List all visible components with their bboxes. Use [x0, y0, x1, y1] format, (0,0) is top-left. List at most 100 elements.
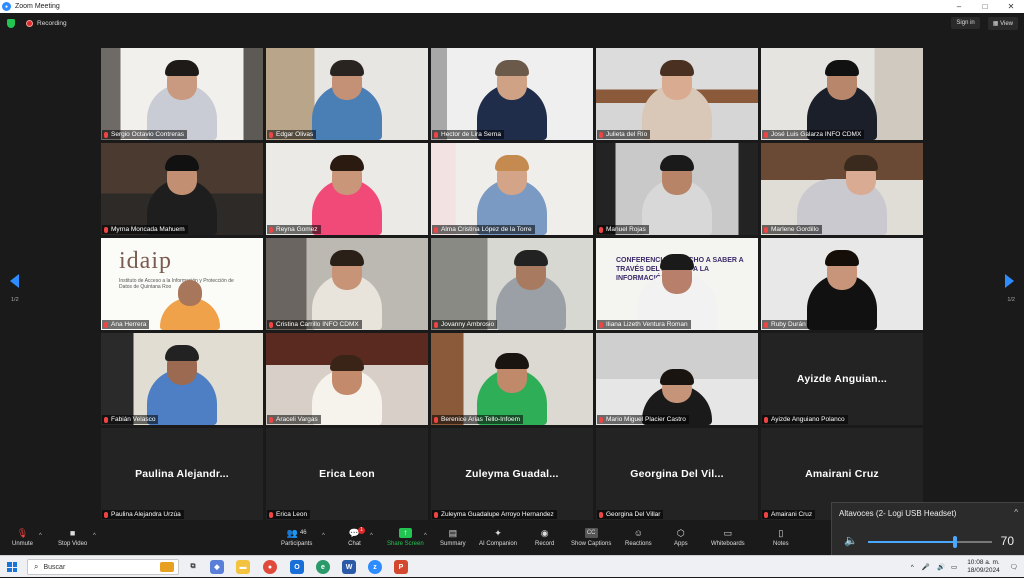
maximize-button[interactable]: □ [972, 0, 998, 13]
active-speaker-tile[interactable]: CONFERENCIA DERECHO A SABER A TRAVÉS DEL… [596, 238, 758, 330]
edge-icon[interactable]: e [316, 560, 330, 574]
powerpoint-icon[interactable]: P [394, 560, 408, 574]
apps-button[interactable]: ⬡ Apps [674, 528, 688, 547]
taskbar-clock[interactable]: 10:08 a. m. 18/09/2024 [967, 559, 1000, 575]
notes-button[interactable]: ▯ Notes [773, 528, 789, 547]
participant-name: Erica Leon [267, 510, 311, 519]
view-label: View [1000, 20, 1013, 27]
video-tile[interactable]: Alma Cristina López de la Torre [431, 143, 593, 235]
volume-slider-thumb[interactable] [952, 536, 957, 548]
video-tile[interactable]: Marlene Gordillo [761, 143, 923, 235]
zoom-taskbar-icon[interactable]: z [368, 560, 382, 574]
previous-page-arrow-icon[interactable] [10, 274, 19, 288]
participant-name: José Luis Galarza INFO CDMX [762, 130, 865, 139]
security-shield-icon[interactable] [7, 18, 15, 28]
video-tile[interactable]: Edgar Olivas [266, 48, 428, 140]
view-button[interactable]: ▦ View [987, 16, 1018, 30]
tray-chevron-icon[interactable]: ^ [911, 564, 914, 571]
muted-mic-icon [434, 131, 438, 138]
speaker-icon[interactable]: 🔈 [844, 534, 858, 547]
record-icon: ◉ [540, 528, 549, 538]
muted-mic-icon [434, 321, 438, 328]
video-tile[interactable]: Sergio Octavio Contreras [101, 48, 263, 140]
video-tile[interactable]: Julieta del Río [596, 48, 758, 140]
expand-chevron-icon[interactable]: ^ [1014, 508, 1018, 517]
chrome-icon[interactable]: ● [263, 560, 277, 574]
chat-caret-icon[interactable]: ^ [370, 533, 373, 539]
outlook-icon[interactable]: O [290, 560, 304, 574]
video-tile[interactable]: idaip Instituto de Acceso a la Informaci… [101, 238, 263, 330]
whiteboards-button[interactable]: ▭ Whiteboards [711, 528, 745, 547]
video-tile[interactable]: José Luis Galarza INFO CDMX [761, 48, 923, 140]
unmute-button[interactable]: 🎙 Unmute [12, 528, 33, 547]
task-view-icon[interactable]: ⧉ [186, 560, 200, 574]
muted-mic-icon [104, 416, 108, 423]
show-captions-button[interactable]: CC Show Captions [571, 528, 611, 547]
participants-count: 46 [299, 530, 307, 536]
video-tile[interactable]: Fabián Velasco [101, 333, 263, 425]
next-page-arrow-icon[interactable] [1005, 274, 1014, 288]
participant-name: Ana Herrera [102, 320, 150, 329]
apps-label: Apps [674, 541, 688, 547]
participants-caret-icon[interactable]: ^ [322, 533, 325, 539]
search-placeholder: Buscar [43, 563, 66, 571]
windows-start-icon[interactable] [7, 562, 17, 572]
file-explorer-icon[interactable]: ▬ [236, 560, 250, 574]
sign-in-button[interactable]: Sign in [951, 17, 980, 29]
system-tray: ^ 🎤 🔊 ▭ 10:08 a. m. 18/09/2024 🗨 [911, 556, 1024, 578]
summary-button[interactable]: ▤ Summary [440, 528, 466, 547]
record-button[interactable]: ◉ Record [535, 528, 554, 547]
video-tile[interactable]: Georgina Del Vil... Georgina Del Villar [596, 428, 758, 520]
share-caret-icon[interactable]: ^ [424, 533, 427, 539]
audio-options-caret-icon[interactable]: ^ [39, 533, 42, 539]
video-tile[interactable]: Zuleyma Guadal... Zuleyma Guadalupe Arro… [431, 428, 593, 520]
record-label: Record [535, 541, 555, 547]
video-tile[interactable]: Mario Miguel Placier Castro [596, 333, 758, 425]
video-tile[interactable]: Myrna Moncada Mahuem [101, 143, 263, 235]
whiteboards-label: Whiteboards [711, 541, 745, 547]
participant-display-name: Ayizde Anguian... [796, 373, 888, 385]
participant-display-name: Georgina Del Vil... [630, 468, 724, 480]
share-screen-button[interactable]: ↑ Share Screen [387, 528, 424, 547]
notifications-icon[interactable]: 🗨 [1010, 563, 1018, 571]
muted-mic-icon [269, 511, 273, 518]
participant-name: Berenice Arias Tello-Infoem [432, 415, 524, 424]
participant-name: Marlene Gordillo [762, 225, 822, 234]
video-tile[interactable]: Ayizde Anguian... Ayizde Anguiano Polanc… [761, 333, 923, 425]
participant-name: Ruby Durán [762, 320, 809, 329]
volume-tray-icon[interactable]: 🔊 [937, 563, 945, 571]
video-tile[interactable]: Erica Leon Erica Leon [266, 428, 428, 520]
participant-name: Manuel Rojas [597, 225, 649, 234]
participant-display-name: Zuleyma Guadal... [465, 468, 559, 480]
word-icon[interactable]: W [342, 560, 356, 574]
video-tile[interactable]: Berenice Arias Tello-Infoem [431, 333, 593, 425]
video-tile[interactable]: Paulina Alejandr... Paulina Alejandra Ur… [101, 428, 263, 520]
participants-button[interactable]: 👥 46 Participants [281, 528, 312, 547]
video-tile[interactable]: Reyna Gomez [266, 143, 428, 235]
microphone-tray-icon[interactable]: 🎤 [922, 563, 930, 571]
video-tile[interactable]: Araceli Vargas [266, 333, 428, 425]
participant-name: Hector de Lira Serna [432, 130, 504, 139]
video-tile[interactable]: Manuel Rojas [596, 143, 758, 235]
minimize-button[interactable]: – [946, 0, 972, 13]
close-button[interactable]: ✕ [998, 0, 1024, 13]
muted-microphone-icon: 🎙 [16, 528, 29, 538]
copilot-icon[interactable]: ◆ [210, 560, 224, 574]
participant-name: Fabián Velasco [102, 415, 159, 424]
stop-video-button[interactable]: ■ Stop Video [58, 528, 87, 547]
ai-companion-button[interactable]: ✦ AI Companion [479, 528, 517, 547]
video-options-caret-icon[interactable]: ^ [93, 533, 96, 539]
video-tile[interactable]: Jovanny Ambrosio [431, 238, 593, 330]
volume-slider[interactable] [868, 536, 992, 548]
reactions-label: Reactions [625, 541, 652, 547]
page-indicator-right: 1/2 [1007, 297, 1015, 303]
reactions-button[interactable]: ☺ Reactions [625, 528, 652, 547]
video-tile[interactable]: Cristina Carrillo INFO CDMX [266, 238, 428, 330]
video-tile[interactable]: Ruby Durán [761, 238, 923, 330]
recording-icon [26, 19, 33, 27]
battery-icon[interactable]: ▭ [951, 563, 957, 571]
video-tile[interactable]: Hector de Lira Serna [431, 48, 593, 140]
window-titlebar: ● Zoom Meeting – □ ✕ [0, 0, 1024, 13]
participants-label: Participants [281, 541, 313, 547]
taskbar-search-box[interactable]: ⌕ Buscar [27, 559, 179, 575]
